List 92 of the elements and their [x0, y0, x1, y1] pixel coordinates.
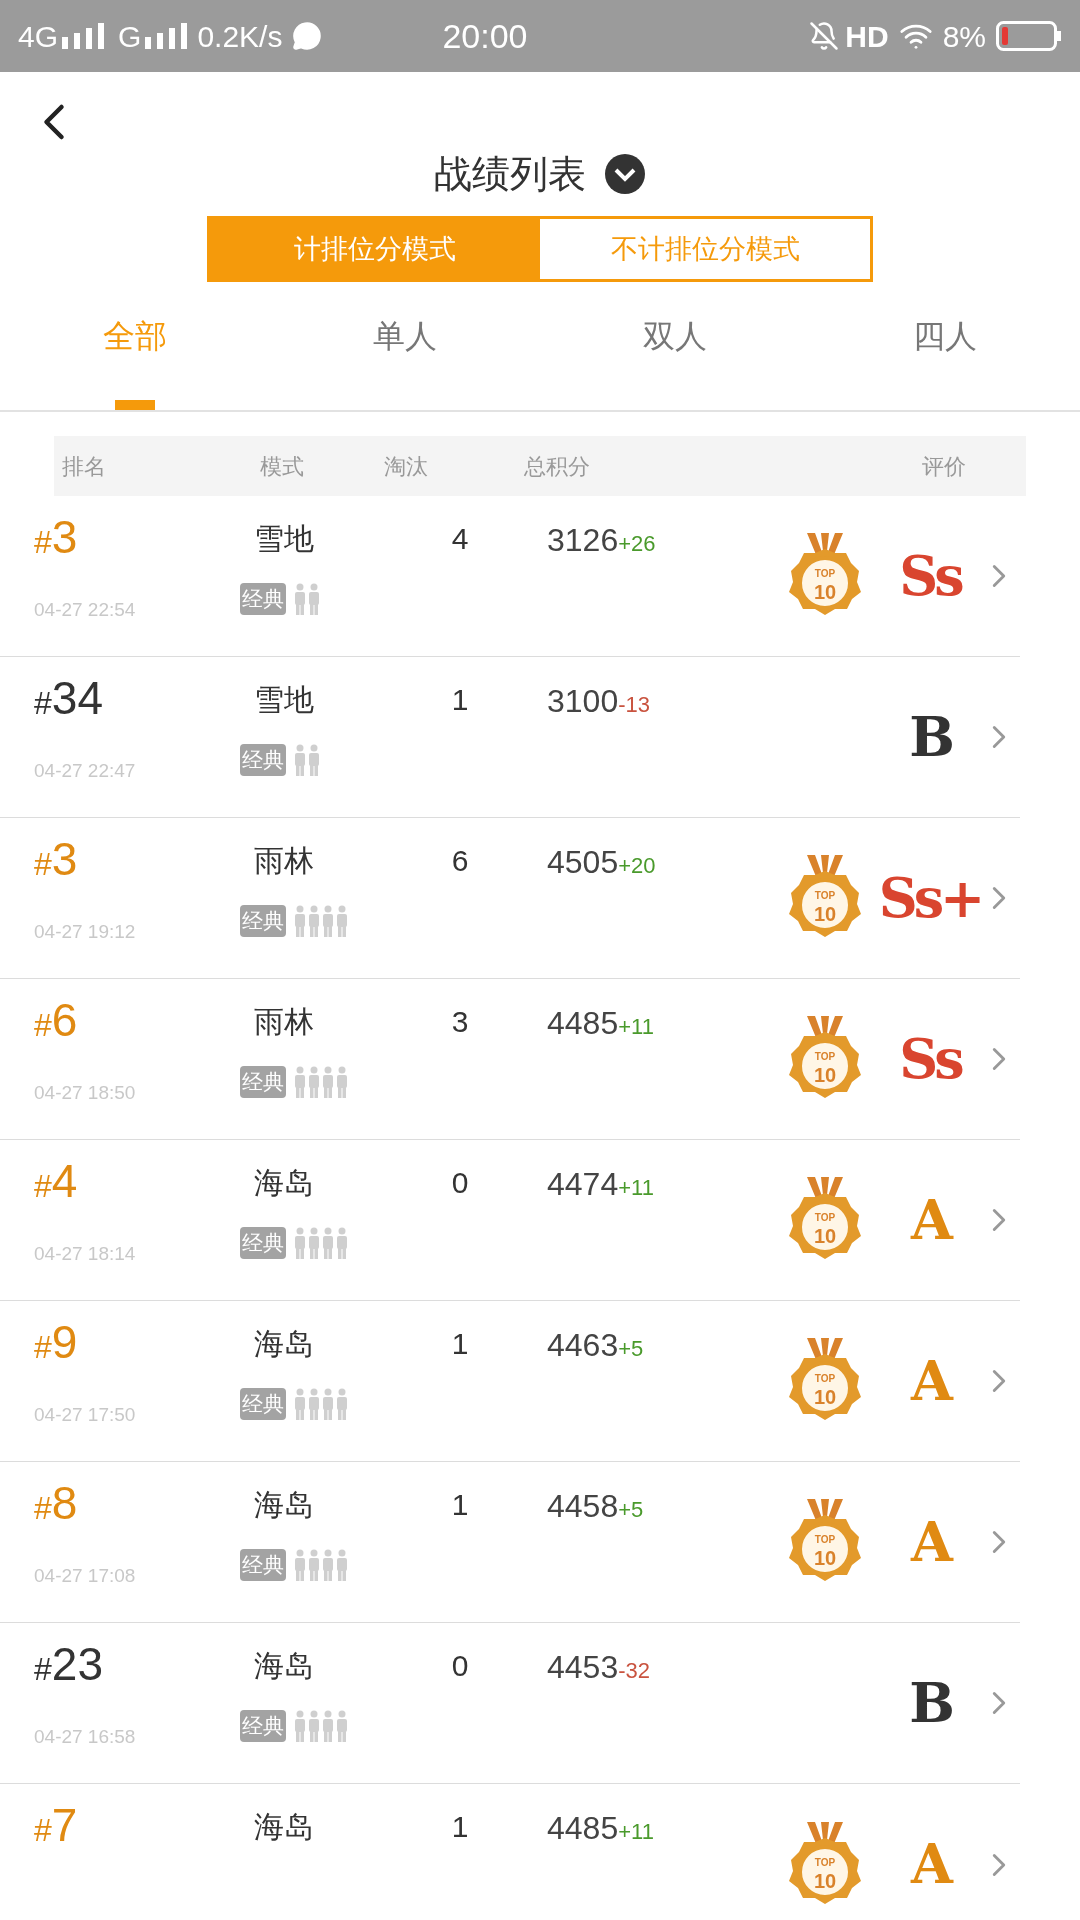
filter-tab[interactable]: 单人: [373, 312, 437, 360]
column-header: 总积分: [524, 452, 591, 481]
map-name: 雪地: [254, 521, 314, 557]
grade: Ss: [899, 542, 961, 610]
rank: #7: [34, 1802, 78, 1848]
score-change: +20: [618, 853, 656, 878]
players-icon: [294, 744, 322, 776]
rank: #8: [34, 1480, 78, 1526]
score-change: +5: [618, 1336, 644, 1361]
column-header: 淘汰: [384, 452, 429, 481]
filter-tab[interactable]: 四人: [913, 312, 977, 360]
kills: 1: [451, 682, 469, 718]
kills: 0: [451, 1648, 469, 1684]
map-name: 海岛: [254, 1487, 314, 1523]
column-header: 排名: [62, 452, 107, 481]
grade: A: [911, 1508, 949, 1576]
signal-icon: [62, 23, 107, 49]
rank: #4: [34, 1158, 78, 1204]
score-change: +11: [618, 1819, 654, 1844]
kills: 0: [451, 1165, 469, 1201]
mode-tag: 经典: [240, 1388, 286, 1420]
column-header: 模式: [259, 452, 305, 481]
tab-underline: [115, 400, 155, 410]
map-name: 海岛: [254, 1326, 314, 1362]
clock: 20:00: [442, 15, 528, 57]
map-name: 海岛: [254, 1809, 314, 1845]
score-change: +11: [618, 1014, 654, 1039]
rank: #9: [34, 1319, 78, 1365]
rank: #23: [34, 1641, 103, 1687]
battery-percent: 8%: [942, 18, 986, 55]
score-change: +5: [618, 1497, 644, 1522]
rank: #34: [34, 675, 103, 721]
grade: B: [909, 703, 951, 771]
kills: 1: [451, 1326, 469, 1362]
kills: 1: [451, 1487, 469, 1523]
net-speed: 0.2K/s: [197, 18, 283, 55]
filter-tab[interactable]: 双人: [643, 312, 707, 360]
total-score: 3100: [547, 683, 619, 719]
bell-off-icon: [809, 21, 840, 51]
players-icon: [294, 1388, 350, 1420]
map-name: 海岛: [254, 1648, 314, 1684]
players-icon: [294, 1066, 350, 1098]
mode-tag: 经典: [240, 583, 286, 615]
mode-tag: 经典: [240, 1549, 286, 1581]
grade: A: [911, 1347, 949, 1415]
players-icon: [294, 583, 322, 615]
total-score: 4463: [547, 1327, 619, 1363]
players-icon: [294, 905, 350, 937]
rank: #3: [34, 836, 78, 882]
mode-tag: 经典: [240, 1066, 286, 1098]
total-score: 4485: [547, 1005, 619, 1041]
players-icon: [294, 1227, 350, 1259]
score-change: -32: [618, 1658, 650, 1683]
map-name: 海岛: [254, 1165, 314, 1201]
score-change: +26: [618, 531, 656, 556]
total-score: 4474: [547, 1166, 619, 1202]
battery-icon: [996, 21, 1062, 51]
mode-tag: 经典: [240, 1227, 286, 1259]
column-header: 评价: [922, 452, 966, 481]
grade: A: [911, 1186, 949, 1254]
rank: #3: [34, 514, 78, 560]
mode-tag: 经典: [240, 744, 286, 776]
map-name: 雨林: [254, 843, 314, 879]
chat-icon: [292, 21, 323, 51]
signal-icon: [145, 23, 190, 49]
map-name: 雨林: [254, 1004, 314, 1040]
network-label: G: [118, 18, 142, 55]
total-score: 4458: [547, 1488, 619, 1524]
dropdown-icon[interactable]: [604, 153, 646, 195]
total-score: 3126: [547, 522, 619, 558]
grade: A: [911, 1831, 949, 1898]
players-icon: [294, 1549, 350, 1581]
grade: Ss: [899, 1025, 961, 1093]
kills: 4: [451, 521, 469, 557]
total-score: 4485: [547, 1810, 619, 1846]
kills: 1: [451, 1809, 469, 1845]
grade: Ss+: [878, 864, 982, 932]
rank: #6: [34, 997, 78, 1043]
hd-label: HD: [845, 18, 889, 55]
total-score: 4453: [547, 1649, 619, 1685]
page-title: 战绩列表: [434, 151, 586, 197]
kills: 3: [451, 1004, 469, 1040]
kills: 6: [451, 843, 469, 879]
mode-tag: 经典: [240, 905, 286, 937]
score-change: -13: [618, 692, 650, 717]
total-score: 4505: [547, 844, 619, 880]
mode-tag: 经典: [240, 1710, 286, 1742]
network-label: 4G: [18, 18, 59, 55]
map-name: 雪地: [254, 682, 314, 718]
grade: B: [909, 1669, 951, 1737]
players-icon: [294, 1710, 350, 1742]
score-change: +11: [618, 1175, 654, 1200]
